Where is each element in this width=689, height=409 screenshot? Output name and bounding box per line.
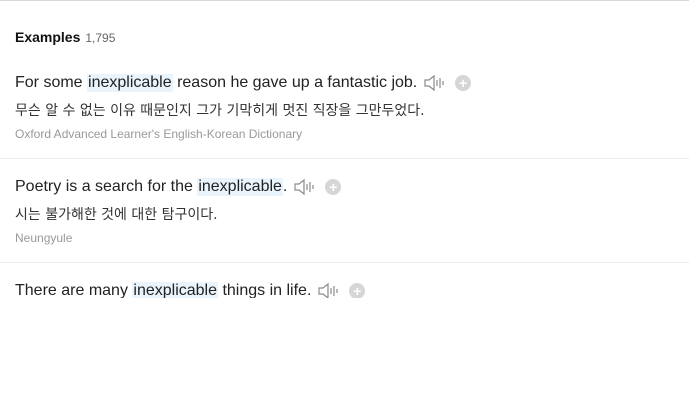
examples-title: Examples <box>15 29 81 45</box>
sentence-text-before: There are many <box>15 282 133 298</box>
add-icon[interactable]: + <box>325 179 342 195</box>
sentence-text-after: reason he gave up a fantastic job. <box>172 74 418 91</box>
add-icon[interactable]: + <box>349 283 366 298</box>
highlighted-word[interactable]: inexplicable <box>132 282 218 298</box>
sentence-text-before: Poetry is a search for the <box>15 178 198 195</box>
speaker-icon[interactable] <box>423 74 447 92</box>
example-item: For some inexplicable reason he gave up … <box>0 71 689 159</box>
speaker-icon[interactable] <box>293 178 317 196</box>
add-icon[interactable]: + <box>455 75 472 91</box>
example-sentence: There are many inexplicable things in li… <box>15 279 366 298</box>
example-source[interactable]: Neungyule <box>15 231 72 245</box>
examples-header: Examples 1,795 <box>15 29 115 45</box>
sentence-text-after: things in life. <box>218 282 312 298</box>
highlighted-word[interactable]: inexplicable <box>87 74 173 92</box>
example-sentence: For some inexplicable reason he gave up … <box>15 71 472 95</box>
example-sentence: Poetry is a search for the inexplicable … <box>15 175 342 199</box>
sentence-text-after: . <box>282 178 288 195</box>
example-translation: 무슨 알 수 없는 이유 때문인지 그가 기막히게 멋진 직장을 그만두었다. <box>15 103 425 119</box>
highlighted-word[interactable]: inexplicable <box>197 178 283 196</box>
example-item: There are many inexplicable things in li… <box>0 279 689 298</box>
sentence-text-before: For some <box>15 74 88 91</box>
speaker-icon[interactable] <box>317 282 341 298</box>
example-item: Poetry is a search for the inexplicable … <box>0 175 689 263</box>
example-translation: 시는 불가해한 것에 대한 탐구이다. <box>15 207 218 223</box>
examples-count: 1,795 <box>85 31 116 45</box>
example-source[interactable]: Oxford Advanced Learner's English-Korean… <box>15 127 302 141</box>
examples-panel: Examples 1,795 For some inexplicable rea… <box>0 0 689 298</box>
